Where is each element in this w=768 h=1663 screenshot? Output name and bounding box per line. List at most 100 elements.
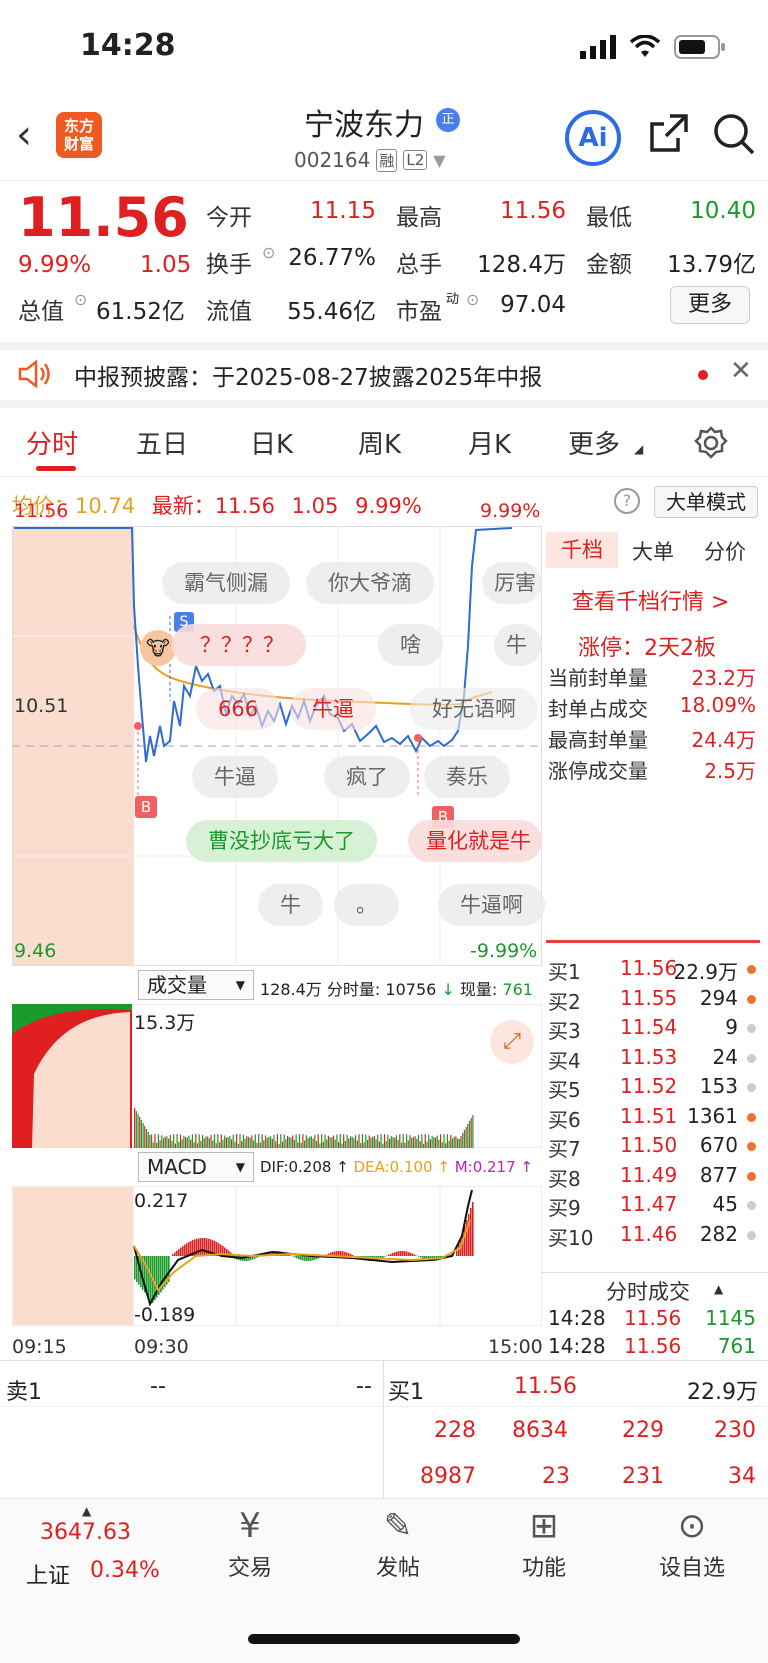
- info-icon[interactable]: ⊙: [262, 243, 275, 262]
- volume-bar: [428, 1134, 430, 1148]
- caret-up-icon[interactable]: ▲: [714, 1282, 723, 1296]
- danmu-bubble: 啥: [378, 624, 443, 666]
- volume-bar: [309, 1136, 311, 1148]
- volume-bar: [230, 1139, 233, 1148]
- volume-bar: [468, 1121, 471, 1148]
- ask1-volume: --: [356, 1374, 372, 1399]
- close-icon[interactable]: ✕: [730, 356, 752, 386]
- volume-bar: [462, 1133, 464, 1148]
- volume-bar: [373, 1135, 375, 1148]
- nav-trade[interactable]: ¥ 交易: [200, 1506, 300, 1582]
- volume-max-label: 15.3万: [134, 1012, 196, 1034]
- volume-bar: [307, 1138, 309, 1148]
- view-thousand-levels-link[interactable]: 查看千档行情 >: [572, 584, 729, 616]
- chart-mid-price: 10.51: [14, 695, 69, 717]
- nav-functions[interactable]: ⊞ 功能: [494, 1506, 594, 1582]
- volume-bar: [360, 1143, 362, 1148]
- big-order-mode-button[interactable]: 大单模式: [654, 486, 758, 518]
- macd-bar: [300, 1256, 302, 1260]
- notice-text[interactable]: 中报预披露：于2025-08-27披露2025年中报: [74, 358, 542, 392]
- expand-icon[interactable]: ⤢: [490, 1020, 534, 1064]
- volume-bar: [287, 1135, 289, 1148]
- indicator-select-volume[interactable]: 成交量 ▼: [138, 970, 254, 1000]
- tab-price-distribution[interactable]: 分价: [704, 536, 746, 566]
- volume-bar: [251, 1135, 253, 1148]
- share-icon[interactable]: [648, 112, 690, 154]
- volume-bar: [179, 1134, 182, 1148]
- function-icon: ⊞: [529, 1506, 559, 1546]
- danmu-bubble: 牛逼: [192, 756, 278, 798]
- gear-icon[interactable]: [694, 426, 728, 460]
- unread-dot: [698, 370, 708, 380]
- bid-level-dot: [747, 1201, 756, 1210]
- dropdown-icon: ▼: [235, 1160, 245, 1174]
- tab-more[interactable]: 更多: [568, 424, 620, 461]
- stock-name[interactable]: 宁波东力: [304, 100, 424, 144]
- tab-thousand-levels[interactable]: 千档: [546, 532, 618, 568]
- volume-bar: [173, 1134, 175, 1148]
- volume-bar: [451, 1138, 454, 1148]
- index-name[interactable]: 上证: [26, 1558, 70, 1590]
- volume-bar: [292, 1135, 294, 1148]
- tab-daily-k[interactable]: 日K: [250, 424, 293, 461]
- macd-bar: [398, 1251, 400, 1256]
- tab-weekly-k[interactable]: 周K: [358, 424, 401, 461]
- ai-button[interactable]: Ai: [565, 110, 621, 166]
- volume-bar: [380, 1134, 382, 1148]
- volume-bar: [212, 1140, 214, 1148]
- chart-top-price: 11.56: [14, 500, 69, 522]
- tab-intraday[interactable]: 分时: [26, 424, 78, 461]
- macd-bar: [404, 1251, 406, 1256]
- more-button[interactable]: 更多: [670, 286, 750, 324]
- macd-bar: [384, 1256, 386, 1257]
- search-icon[interactable]: [712, 112, 756, 156]
- home-indicator[interactable]: [248, 1634, 520, 1644]
- info-icon[interactable]: ⊙: [74, 290, 87, 309]
- volume-bar: [361, 1134, 363, 1148]
- index-value[interactable]: 3647.63: [40, 1520, 131, 1545]
- help-icon[interactable]: ?: [614, 488, 640, 514]
- ask1-label: 卖1: [6, 1380, 42, 1405]
- tab-5day[interactable]: 五日: [136, 424, 188, 461]
- volume-bar: [416, 1138, 418, 1148]
- change-amount: 1.05: [140, 252, 192, 278]
- bid-level-label: 买3: [548, 1019, 581, 1043]
- macd-top-label: 0.217: [134, 1190, 189, 1212]
- volume-bar: [341, 1143, 343, 1148]
- info-icon[interactable]: ⊙: [466, 290, 479, 309]
- tab-monthly-k[interactable]: 月K: [468, 424, 511, 461]
- volume-bar: [205, 1136, 207, 1148]
- bid-level-label: 买2: [548, 989, 581, 1014]
- verified-badge-icon: 正: [436, 108, 460, 132]
- macd-bar: [382, 1256, 384, 1258]
- macd-bar: [412, 1253, 414, 1256]
- danmu-bubble: 牛逼: [290, 688, 376, 730]
- volume-bar: [463, 1130, 465, 1148]
- volume-chart[interactable]: [12, 1004, 542, 1148]
- macd-bar: [410, 1252, 412, 1256]
- index-pct[interactable]: 0.34%: [90, 1558, 160, 1583]
- back-icon[interactable]: ‹: [16, 112, 32, 158]
- nav-add-watchlist[interactable]: ⊙ 设自选: [642, 1506, 742, 1582]
- nav-post[interactable]: ✎ 发帖: [348, 1506, 448, 1582]
- status-time: 14:28: [80, 28, 176, 63]
- buy-marker[interactable]: B: [135, 796, 157, 818]
- volume-bar: [198, 1134, 200, 1148]
- danmu-bubble: 你大爷滴: [306, 562, 434, 604]
- macd-chart[interactable]: [12, 1186, 542, 1326]
- tab-big-orders[interactable]: 大单: [632, 536, 674, 566]
- chevron-down-icon[interactable]: ▼: [433, 151, 445, 170]
- macd-bar: [176, 1250, 178, 1256]
- danmu-bubble: 牛逼啊: [438, 884, 545, 926]
- ticks-title[interactable]: 分时成交: [606, 1276, 690, 1306]
- bid-level-dot: [747, 1053, 756, 1063]
- limit-volume-label: 涨停成交量: [548, 759, 648, 783]
- volume-bar: [276, 1134, 278, 1148]
- indicator-select-macd[interactable]: MACD ▼: [138, 1152, 254, 1182]
- caret-up-icon[interactable]: ▲: [82, 1504, 91, 1518]
- volume-bar: [164, 1136, 166, 1148]
- volume-bar: [443, 1134, 445, 1148]
- cellular-signal-icon: [580, 35, 616, 59]
- volume-bar: [236, 1134, 238, 1148]
- volume-bar: [382, 1143, 384, 1148]
